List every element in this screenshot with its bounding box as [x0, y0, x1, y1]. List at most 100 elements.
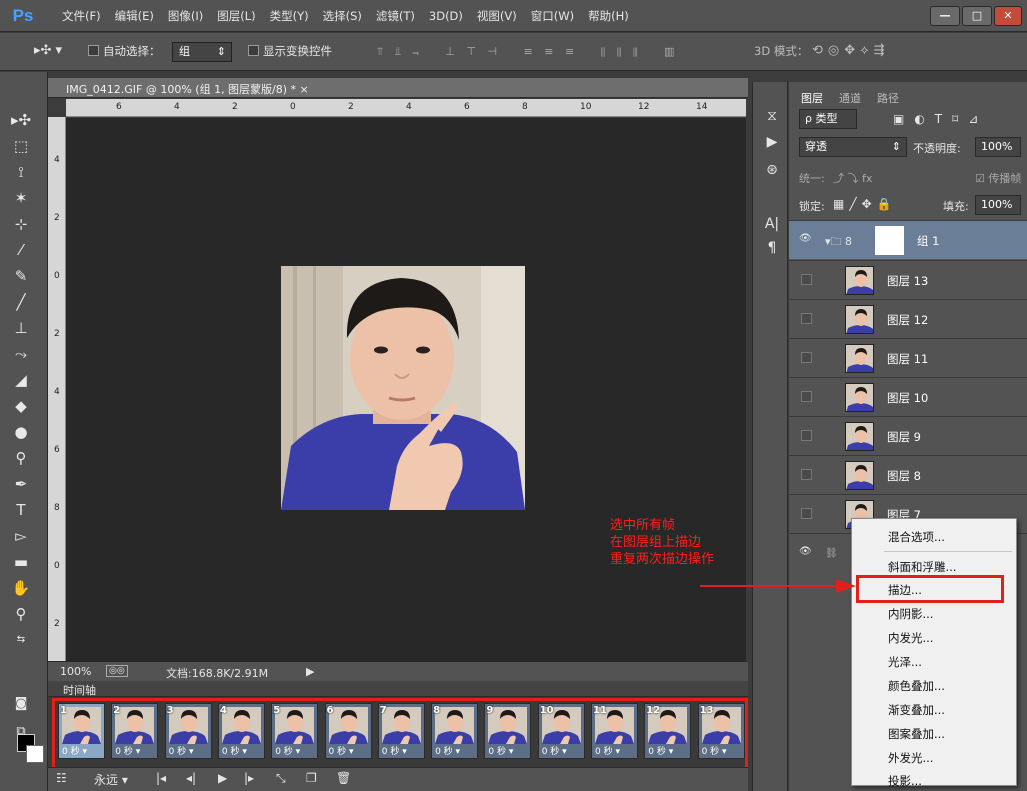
crop-tool-icon[interactable]: ⊹ — [7, 212, 35, 236]
first-frame-icon[interactable]: |◂ — [156, 771, 166, 785]
tween-icon[interactable]: ⤡ — [276, 771, 286, 786]
character-panel-icon[interactable]: A| — [763, 216, 781, 236]
quick-mask-icon[interactable]: ◙ — [7, 692, 35, 716]
actions-panel-icon[interactable]: ▶ — [763, 134, 781, 154]
properties-panel-icon[interactable]: ⊛ — [763, 162, 781, 182]
loop-dropdown[interactable]: 永远 ▾ — [94, 771, 128, 788]
filter-type-icons[interactable]: ▣◐T⌑⊿ — [893, 112, 988, 126]
visibility-toggle[interactable] — [801, 430, 812, 441]
delete-frame-icon[interactable]: 🗑 — [336, 771, 351, 785]
lasso-tool-icon[interactable]: ⟟ — [7, 160, 35, 184]
background-color-swatch[interactable] — [26, 745, 44, 763]
context-menu-item[interactable]: 图案叠加... — [888, 726, 945, 742]
menu-edit[interactable]: 编辑(E) — [115, 8, 154, 24]
status-menu-arrow-icon[interactable]: ▶ — [306, 665, 314, 678]
eyedropper-icon[interactable]: ⁄ — [7, 238, 35, 262]
propagate-frame-checkbox[interactable]: ☑ 传播帧 — [975, 170, 1021, 186]
menu-file[interactable]: 文件(F) — [62, 8, 101, 24]
lock-icons[interactable]: ▦╱✥🔒 — [833, 197, 897, 211]
history-panel-icon[interactable]: ⧖ — [763, 108, 781, 128]
visibility-toggle[interactable] — [801, 352, 812, 363]
document-photo[interactable] — [281, 266, 525, 510]
swap-colors-icon[interactable]: ⇆ — [7, 628, 35, 652]
context-menu-item[interactable]: 混合选项... — [888, 529, 945, 545]
document-tab[interactable]: IMG_0412.GIF @ 100% (组 1, 图层蒙版/8) * × — [48, 78, 748, 98]
opacity-input[interactable]: 100% — [975, 137, 1021, 157]
dodge-tool-icon[interactable]: ⚲ — [7, 446, 35, 470]
tab-channels[interactable]: 通道 — [839, 90, 861, 106]
play-icon[interactable]: ▶ — [218, 771, 227, 785]
layer-group-row[interactable]: 👁 ▾🗀 8 组 1 — [789, 220, 1027, 259]
layer-filter-dropdown[interactable]: ρ 类型 — [799, 109, 857, 129]
layer-row[interactable]: 图层 12 — [789, 299, 1027, 338]
context-menu-item[interactable]: 内阴影... — [888, 606, 933, 622]
paint-bucket-icon[interactable]: ◆ — [7, 394, 35, 418]
menu-window[interactable]: 窗口(W) — [531, 8, 574, 24]
context-menu-item[interactable]: 渐变叠加... — [888, 702, 945, 718]
history-brush-icon[interactable]: ⤳ — [7, 342, 35, 366]
link-icon[interactable]: ⛓ — [825, 548, 838, 559]
layer-row[interactable]: 图层 9 — [789, 416, 1027, 455]
screen-mode-icon[interactable]: ⧉ — [7, 720, 35, 744]
visibility-toggle[interactable] — [801, 274, 812, 285]
menu-select[interactable]: 选择(S) — [323, 8, 362, 24]
next-frame-icon[interactable]: |▸ — [244, 771, 254, 785]
context-menu-item[interactable]: 外发光... — [888, 750, 933, 766]
fill-input[interactable]: 100% — [975, 195, 1021, 215]
healing-brush-icon[interactable]: ✎ — [7, 264, 35, 288]
close-button[interactable]: ✕ — [994, 6, 1022, 26]
blend-mode-dropdown[interactable]: 穿透 ⇕ — [799, 137, 907, 157]
move-tool-preset-icon[interactable]: ▸✣ ▾ — [34, 43, 62, 58]
tab-paths[interactable]: 路径 — [877, 90, 899, 106]
minimize-button[interactable]: — — [930, 6, 960, 26]
duplicate-frame-icon[interactable]: ❐ — [306, 771, 317, 785]
pen-tool-icon[interactable]: ✒ — [7, 472, 35, 496]
menu-image[interactable]: 图像(I) — [168, 8, 203, 24]
path-select-icon[interactable]: ▻ — [7, 524, 35, 548]
group-folder-icon[interactable]: ▾🗀 8 — [825, 233, 852, 252]
visibility-toggle[interactable] — [801, 391, 812, 402]
layer-row[interactable]: 图层 13 — [789, 260, 1027, 299]
visibility-toggle[interactable] — [801, 508, 812, 519]
previous-frame-icon[interactable]: ◂| — [186, 771, 196, 785]
menu-help[interactable]: 帮助(H) — [588, 8, 629, 24]
hand-tool-icon[interactable]: ✋ — [7, 576, 35, 600]
clone-stamp-icon[interactable]: ⊥ — [7, 316, 35, 340]
menu-type[interactable]: 类型(Y) — [270, 8, 309, 24]
canvas-area[interactable]: 选中所有帧 在图层组上描边 重复两次描边操作 — [66, 118, 746, 661]
layer-row[interactable]: 图层 11 — [789, 338, 1027, 377]
visibility-toggle[interactable] — [801, 313, 812, 324]
menu-3d[interactable]: 3D(D) — [429, 9, 463, 23]
brush-tool-icon[interactable]: ╱ — [7, 290, 35, 314]
menu-view[interactable]: 视图(V) — [477, 8, 517, 24]
visibility-eye-icon[interactable]: 👁 — [799, 546, 813, 558]
tab-layers[interactable]: 图层 — [801, 90, 823, 106]
menu-layer[interactable]: 图层(L) — [217, 8, 255, 24]
type-tool-icon[interactable]: T — [7, 498, 35, 522]
context-menu-item[interactable]: 内发光... — [888, 630, 933, 646]
auto-select-dropdown[interactable]: 组 ⇕ — [172, 42, 232, 62]
layer-row[interactable]: 图层 8 — [789, 455, 1027, 494]
layer-row[interactable]: 图层 10 — [789, 377, 1027, 416]
shape-tool-icon[interactable]: ▬ — [7, 550, 35, 574]
zoom-level[interactable]: 100% — [60, 665, 91, 678]
unify-icons[interactable]: ⤴ ⤵ fx — [833, 170, 872, 186]
context-menu-item[interactable]: 颜色叠加... — [888, 678, 945, 694]
zoom-tool-icon[interactable]: ⚲ — [7, 602, 35, 626]
eraser-tool-icon[interactable]: ◢ — [7, 368, 35, 392]
marquee-tool-icon[interactable]: ⬚ — [7, 134, 35, 158]
align-distribute-icons[interactable]: ⫪ ⫫ ⫬ ⊥ ⊤ ⊣ ≡ ≡ ≡ ⫴ ⫴ ⫴ ▥ — [377, 45, 678, 59]
auto-select-checkbox[interactable]: 自动选择： — [88, 43, 161, 59]
maximize-button[interactable]: □ — [962, 6, 992, 26]
magic-wand-icon[interactable]: ✶ — [7, 186, 35, 210]
blur-tool-icon[interactable]: ● — [7, 420, 35, 444]
visibility-toggle[interactable] — [801, 469, 812, 480]
visibility-eye-icon[interactable]: 👁 — [799, 233, 813, 245]
context-menu-item[interactable]: 光泽... — [888, 654, 922, 670]
show-transform-checkbox[interactable]: 显示变换控件 — [248, 43, 332, 59]
menu-filter[interactable]: 滤镜(T) — [376, 8, 415, 24]
context-menu-item[interactable]: 斜面和浮雕... — [888, 559, 956, 575]
paragraph-panel-icon[interactable]: ¶ — [763, 240, 781, 260]
move-tool-icon[interactable]: ▸✣ — [7, 108, 35, 132]
context-menu-item[interactable]: 投影... — [888, 773, 922, 789]
